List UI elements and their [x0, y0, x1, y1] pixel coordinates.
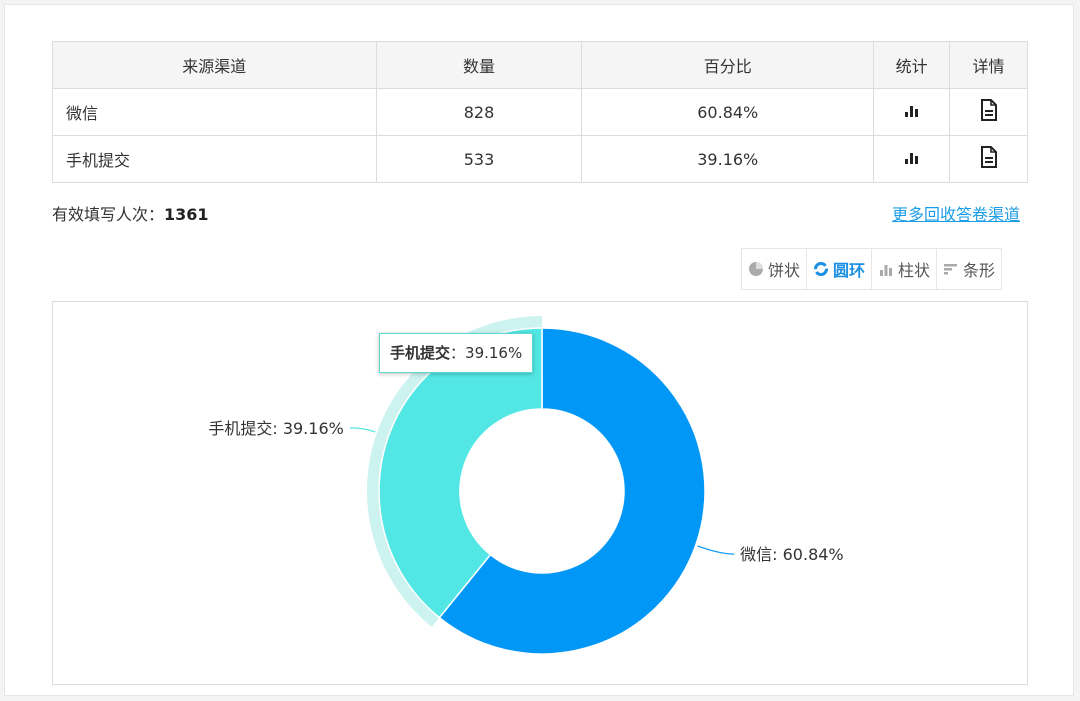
header-channel: 来源渠道 [52, 41, 377, 89]
cell-detail [949, 88, 1028, 136]
tooltip-sep: ： [450, 344, 466, 362]
channel-table: 来源渠道 数量 百分比 统计 详情 微信 828 60.84% 手机提交 533… [52, 41, 1028, 183]
chart-type-bar-label: 条形 [963, 261, 996, 280]
header-stats: 统计 [873, 41, 951, 89]
chart-type-switcher: 饼状 圆环 柱状 条形 [741, 248, 1003, 290]
column-chart-icon [880, 265, 893, 276]
cell-detail [949, 135, 1028, 183]
chart-tooltip: 手机提交：39.16% [379, 333, 534, 373]
slice-label-0: 微信: 60.84% [740, 545, 844, 564]
document-icon[interactable] [980, 146, 998, 172]
header-detail: 详情 [949, 41, 1028, 89]
header-count: 数量 [375, 41, 583, 89]
stats-panel: 来源渠道 数量 百分比 统计 详情 微信 828 60.84% 手机提交 533… [4, 4, 1074, 696]
cell-percent: 60.84% [581, 88, 875, 136]
chart-type-column-button[interactable]: 柱状 [872, 249, 938, 289]
bar-chart-horizontal-icon [944, 264, 958, 275]
chart-type-ring-label: 圆环 [833, 261, 866, 280]
document-icon[interactable] [980, 99, 998, 125]
cell-percent: 39.16% [581, 135, 875, 183]
cell-count: 533 [375, 135, 583, 183]
table-row: 微信 828 60.84% [52, 88, 1028, 136]
cell-channel: 手机提交 [52, 135, 377, 183]
table-header-row: 来源渠道 数量 百分比 统计 详情 [52, 41, 1028, 89]
leader-line-0 [697, 545, 735, 555]
more-channels-link[interactable]: 更多回收答卷渠道 [892, 201, 1020, 225]
table-row: 手机提交 533 39.16% [52, 135, 1028, 183]
chart-type-pie-label: 饼状 [768, 261, 801, 280]
summary-value: 1361 [164, 205, 209, 224]
chart-type-bar-button[interactable]: 条形 [937, 249, 1001, 289]
bar-chart-icon[interactable] [904, 150, 920, 169]
chart-area: 微信: 60.84% 手机提交: 39.16% 手机提交：39.16% [52, 301, 1028, 685]
cell-stats [873, 88, 951, 136]
donut-chart: 微信: 60.84% 手机提交: 39.16% [208, 316, 844, 655]
chart-type-ring-button[interactable]: 圆环 [807, 249, 873, 289]
slice-label-1: 手机提交: 39.16% [208, 419, 344, 438]
summary-label: 有效填写人次： [52, 205, 165, 224]
cell-count: 828 [375, 88, 583, 136]
ring-icon [814, 262, 829, 276]
chart-type-pie-button[interactable]: 饼状 [742, 249, 808, 289]
tooltip-value: 39.16% [465, 344, 523, 362]
tooltip-name: 手机提交 [390, 344, 451, 362]
valid-count-summary: 有效填写人次：1361 [52, 201, 209, 225]
cell-channel: 微信 [52, 88, 377, 136]
cell-stats [873, 135, 951, 183]
leader-line-1 [349, 427, 376, 433]
bar-chart-icon[interactable] [904, 103, 920, 122]
chart-type-column-label: 柱状 [898, 261, 931, 280]
pie-icon [749, 262, 763, 276]
header-percent: 百分比 [581, 41, 875, 89]
